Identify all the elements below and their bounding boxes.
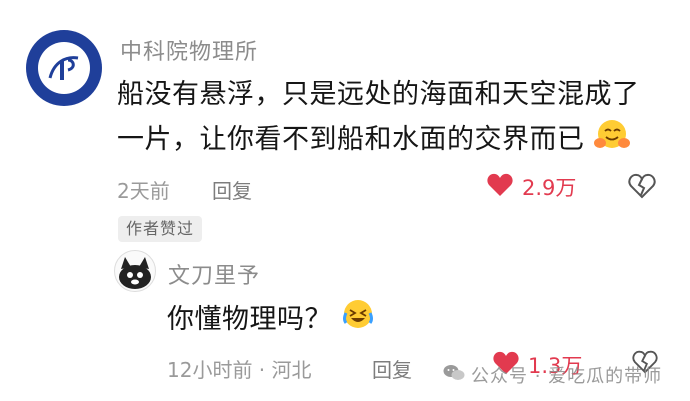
watermark-text: 公众号 · 爱吃瓜的带师: [471, 366, 663, 387]
laughing-crying-emoji-icon: [341, 298, 375, 343]
broken-heart-icon: [628, 173, 656, 203]
heart-filled-icon: [486, 172, 514, 202]
avatar-reply-user[interactable]: [114, 250, 156, 292]
cat-avatar-icon: [119, 257, 151, 289]
comment-time: 2天前: [117, 179, 170, 203]
comment-text-line2-wrap: 一片，让你看不到船和水面的交界而已: [117, 118, 630, 163]
dislike-button[interactable]: [628, 173, 656, 203]
comment-text-line2: 一片，让你看不到船和水面的交界而已: [117, 124, 585, 155]
reply-text-wrap: 你懂物理吗？: [167, 298, 375, 343]
comment-username[interactable]: 中科院物理所: [120, 34, 258, 66]
institute-logo-icon: [38, 42, 90, 94]
reply-time-location: 12小时前 · 河北: [167, 358, 312, 382]
hugging-face-emoji-icon: [593, 118, 630, 163]
reply-button[interactable]: 回复: [212, 175, 252, 204]
watermark: 公众号 · 爱吃瓜的带师: [443, 362, 662, 388]
reply-username[interactable]: 文刀里予: [168, 258, 260, 290]
like-button[interactable]: 2.9万: [486, 172, 576, 202]
reply-text: 你懂物理吗？: [167, 304, 332, 335]
comment-text-line1: 船没有悬浮，只是远处的海面和天空混成了: [117, 79, 640, 110]
avatar-institute[interactable]: [26, 30, 102, 106]
wechat-icon: [443, 364, 465, 386]
author-liked-badge: 作者赞过: [118, 216, 203, 242]
like-count: 2.9万: [522, 176, 577, 200]
reply-reply-button[interactable]: 回复: [372, 354, 412, 383]
